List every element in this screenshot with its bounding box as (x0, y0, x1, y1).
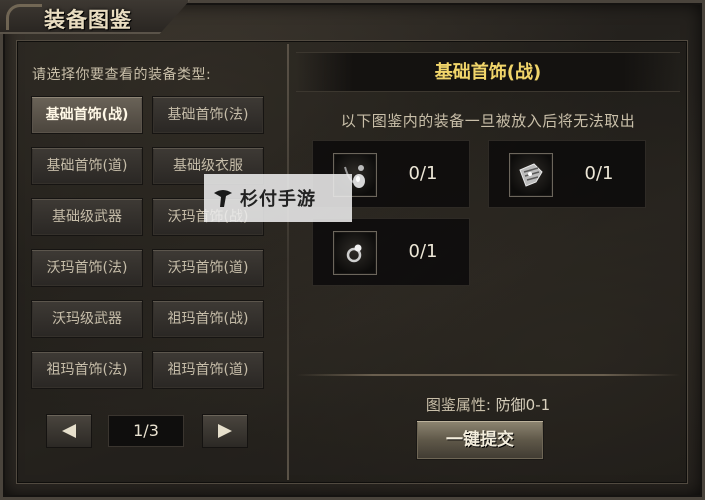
equipment-slot[interactable]: 0/1 (488, 140, 646, 208)
next-page-button[interactable] (202, 414, 248, 448)
category-prompt: 请选择你要查看的装备类型: (32, 67, 212, 83)
category-button[interactable]: 沃玛级武器 (31, 300, 143, 338)
category-button[interactable]: 祖玛首饰(战) (152, 300, 264, 338)
category-button[interactable]: 沃玛首饰(法) (31, 249, 143, 287)
category-button[interactable]: 基础首饰(道) (31, 147, 143, 185)
watermark-text: 杉付手游 (240, 189, 316, 210)
ring-icon (333, 231, 377, 275)
panel-divider (287, 44, 289, 480)
category-button[interactable]: 基础级武器 (31, 198, 143, 236)
submit-all-button[interactable]: 一键提交 (416, 420, 544, 460)
equipment-slot[interactable]: 0/1 (312, 218, 470, 286)
window-title: 装备图鉴 (44, 8, 132, 32)
triangle-right-icon (218, 424, 232, 438)
collection-attribute: 图鉴属性: 防御0-1 (296, 394, 680, 415)
warning-notice: 以下图鉴内的装备一旦被放入后将无法取出 (340, 112, 636, 130)
category-button[interactable]: 基础首饰(战) (31, 96, 143, 134)
dragon-ornament-icon (6, 4, 42, 30)
slot-count: 0/1 (408, 241, 438, 262)
category-button[interactable]: 沃玛首饰(道) (152, 249, 264, 287)
attribute-label: 图鉴属性: (425, 396, 491, 414)
category-button[interactable]: 祖玛首饰(法) (31, 351, 143, 389)
watermark-logo-icon (214, 190, 232, 207)
section-divider (296, 374, 680, 376)
slot-count: 0/1 (408, 163, 438, 184)
bracelet-icon (509, 153, 553, 197)
triangle-left-icon (62, 424, 76, 438)
prev-page-button[interactable] (46, 414, 92, 448)
attribute-value: 防御0-1 (495, 396, 551, 414)
set-title: 基础首饰(战) (434, 62, 542, 83)
page-indicator: 1/3 (108, 415, 184, 447)
category-button[interactable]: 祖玛首饰(道) (152, 351, 264, 389)
category-button[interactable]: 基础首饰(法) (152, 96, 264, 134)
watermark: 杉付手游 (204, 174, 352, 222)
slot-count: 0/1 (584, 163, 614, 184)
